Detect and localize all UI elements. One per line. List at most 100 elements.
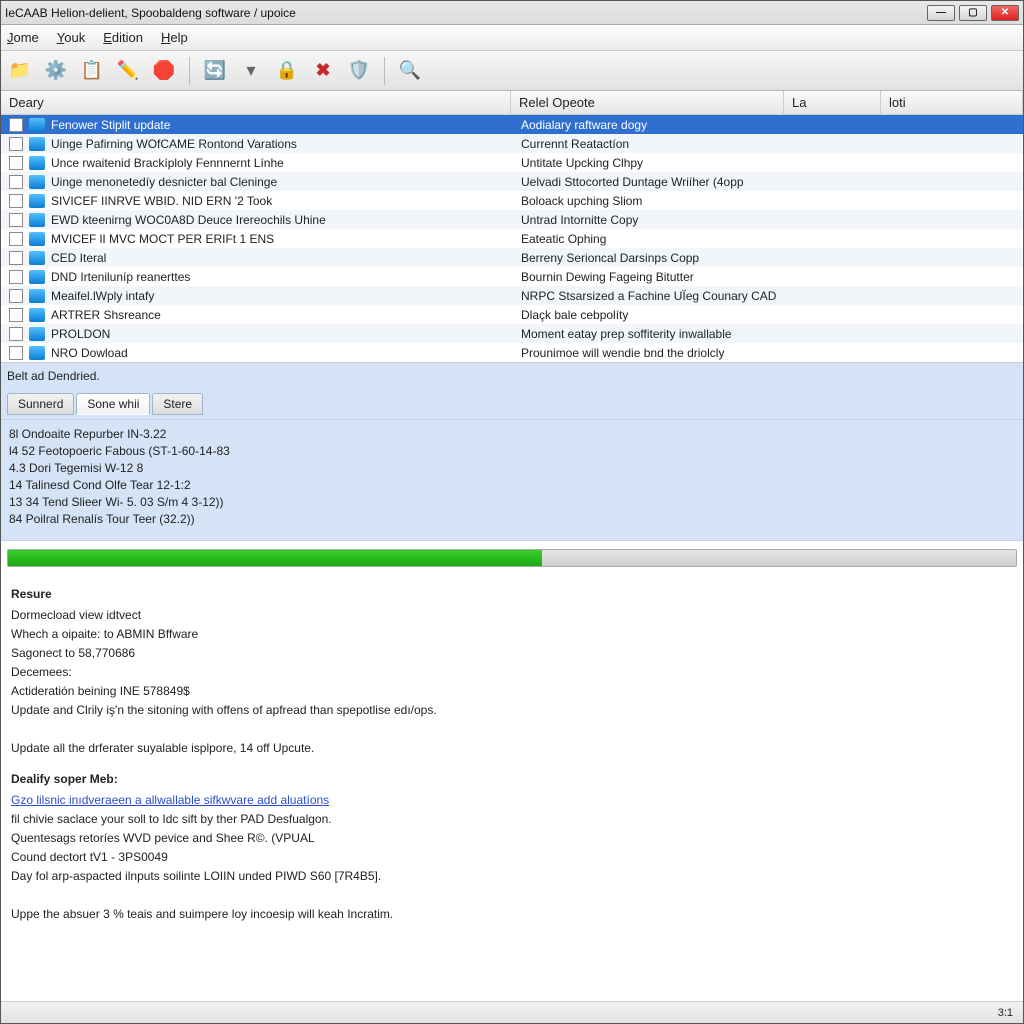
row-rel: Uelvadi Sttocorted Duntage Wriíher (4opp [513,175,786,189]
list-body: Fenower Stiplit updateAodialary raftware… [1,115,1023,362]
tab-sunnerd[interactable]: Sunnerd [7,393,74,415]
row-checkbox[interactable] [9,308,23,322]
details-line: Decemees: [11,663,1013,682]
row-checkbox[interactable] [9,251,23,265]
tab-strip: Sunnerd Sone whii Stere [7,393,1017,415]
progress-bar [7,549,1017,567]
row-checkbox[interactable] [9,137,23,151]
details-footer-line: Cound dectort tV1 - 3PS0049 [11,848,1013,867]
package-icon [29,346,45,360]
menu-edition[interactable]: Edition [103,30,143,45]
details-line: Update and Clrily iş'n the sitoning with… [11,701,1013,720]
details-line: Actideratión beining INE 578849$ [11,682,1013,701]
col-la[interactable]: La [784,91,881,114]
toolbar: 📁 ⚙️ 📋 ✏️ 🛑 🔄 ▾ 🔒 ✖ 🛡️ 🔍 [1,51,1023,91]
details-line: Dormecload view idtvect [11,606,1013,625]
row-name: ARTRER Shsreance [51,308,513,322]
status-right: 3:1 [998,1007,1013,1019]
row-name: NRO Dowload [51,346,513,360]
table-row[interactable]: DND Irteniluníp reanerttesBournin Dewing… [1,267,1023,286]
table-row[interactable]: Unce rwaitenid Brackíploly Fennnernt Lín… [1,153,1023,172]
status-bar: 3:1 [1,1001,1023,1023]
details-subheading: Dealify soper Meb: [11,770,1013,789]
folder-icon[interactable]: 📁 [7,58,33,84]
table-row[interactable]: NRO DowloadProunimoe will wendie bnd the… [1,343,1023,362]
menu-bar: Jome Youk Edition Help [1,25,1023,51]
row-checkbox[interactable] [9,270,23,284]
tab-sone-whii[interactable]: Sone whii [76,393,150,415]
table-row[interactable]: ARTRER ShsreanceDlaçk bale cebpolíty [1,305,1023,324]
row-rel: Bournin Dewing Fageing Bitutter [513,270,786,284]
alert-icon[interactable]: 🛑 [151,58,177,84]
status-strip: Belt ad Dendried. Sunnerd Sone whii Ster… [1,363,1023,420]
details-body: Dormecload view idtvectWhech a oipaite: … [11,606,1013,758]
row-name: CED Iteral [51,251,513,265]
details-footer-line: Quentesags retoríes WVD pevice and Shee … [11,829,1013,848]
close-button[interactable]: ✕ [991,5,1019,21]
row-name: Fenower Stiplit update [51,118,513,132]
gear-icon[interactable]: ⚙️ [43,58,69,84]
details-link[interactable]: Gzo lilsnic inıdveraeen a allwallable si… [11,793,329,807]
table-row[interactable]: Uinge menonetedíy desnicter bal Cleninge… [1,172,1023,191]
row-checkbox[interactable] [9,327,23,341]
window-title: IeCAAB Helion-delient, Spoobaldeng softw… [5,6,927,20]
dropdown-icon[interactable]: ▾ [238,58,264,84]
col-loti[interactable]: loti [881,91,1023,114]
row-name: MVICEF lI MVC MOCT PER ERIFt 1 ENS [51,232,513,246]
table-row[interactable]: EWD kteenirng WOC0A8D Deuce Irereochils … [1,210,1023,229]
edit-icon[interactable]: ✏️ [115,58,141,84]
minimize-button[interactable]: — [927,5,955,21]
package-icon [29,137,45,151]
table-row[interactable]: Meaifel.lWply intafyNRPC Stsarsized a Fa… [1,286,1023,305]
menu-help[interactable]: Help [161,30,188,45]
row-rel: Untitate Upcking Clhpy [513,156,786,170]
table-row[interactable]: Fenower Stiplit updateAodialary raftware… [1,115,1023,134]
window-controls: — ▢ ✕ [927,5,1019,21]
package-icon [29,232,45,246]
table-row[interactable]: SIVICEF IINRVE WBID. NID ERN '2 TookBolo… [1,191,1023,210]
delete-icon[interactable]: ✖ [310,58,336,84]
lock-icon[interactable]: 🔒 [274,58,300,84]
details-footer-line: fil chivie saclace your soll to Idc sift… [11,810,1013,829]
row-checkbox[interactable] [9,289,23,303]
row-checkbox[interactable] [9,232,23,246]
row-checkbox[interactable] [9,346,23,360]
package-icon [29,213,45,227]
row-name: SIVICEF IINRVE WBID. NID ERN '2 Took [51,194,513,208]
package-icon [29,251,45,265]
menu-jome[interactable]: Jome [7,30,39,45]
col-deary[interactable]: Deary [1,91,511,114]
shield-icon[interactable]: 🛡️ [346,58,372,84]
package-icon [29,270,45,284]
clipboard-icon[interactable]: 📋 [79,58,105,84]
details-footer-line [11,886,1013,905]
progress-fill [8,550,542,566]
log-line: l4 52 Feotopoeric Fabous (ST-1-60-14-83 [9,443,1015,460]
table-row[interactable]: Uinge Pafirning WOfCAME Rontond Varation… [1,134,1023,153]
row-rel: Boloack upching Sliom [513,194,786,208]
details-line: Whech a oipaite: to ABMIN Bffware [11,625,1013,644]
row-name: PROLDON [51,327,513,341]
table-row[interactable]: PROLDONMoment eatay prep soffiterity inw… [1,324,1023,343]
details-footer-line: Day fol arp-aspacted ilnputs soilinte LO… [11,867,1013,886]
package-icon [29,156,45,170]
refresh-icon[interactable]: 🔄 [202,58,228,84]
col-rel[interactable]: Relel Opeote [511,91,784,114]
menu-youk[interactable]: Youk [57,30,85,45]
package-icon [29,118,45,132]
row-rel: Prounimoe will wendie bnd the driolcly [513,346,786,360]
row-checkbox[interactable] [9,118,23,132]
search-icon[interactable]: 🔍 [397,58,423,84]
row-checkbox[interactable] [9,156,23,170]
log-line: 13 34 Tend Slieer Wi- 5. 03 S/m 4 3-12)) [9,494,1015,511]
row-checkbox[interactable] [9,194,23,208]
table-row[interactable]: MVICEF lI MVC MOCT PER ERIFt 1 ENSEateat… [1,229,1023,248]
row-checkbox[interactable] [9,213,23,227]
table-row[interactable]: CED IteralBerreny Serioncal Darsinps Cop… [1,248,1023,267]
maximize-button[interactable]: ▢ [959,5,987,21]
row-checkbox[interactable] [9,175,23,189]
log-line: 14 Talinesd Cond Olfe Tear 12-1:2 [9,477,1015,494]
row-name: Meaifel.lWply intafy [51,289,513,303]
tab-stere[interactable]: Stere [152,393,203,415]
details-footer: fil chivie saclace your soll to Idc sift… [11,810,1013,924]
